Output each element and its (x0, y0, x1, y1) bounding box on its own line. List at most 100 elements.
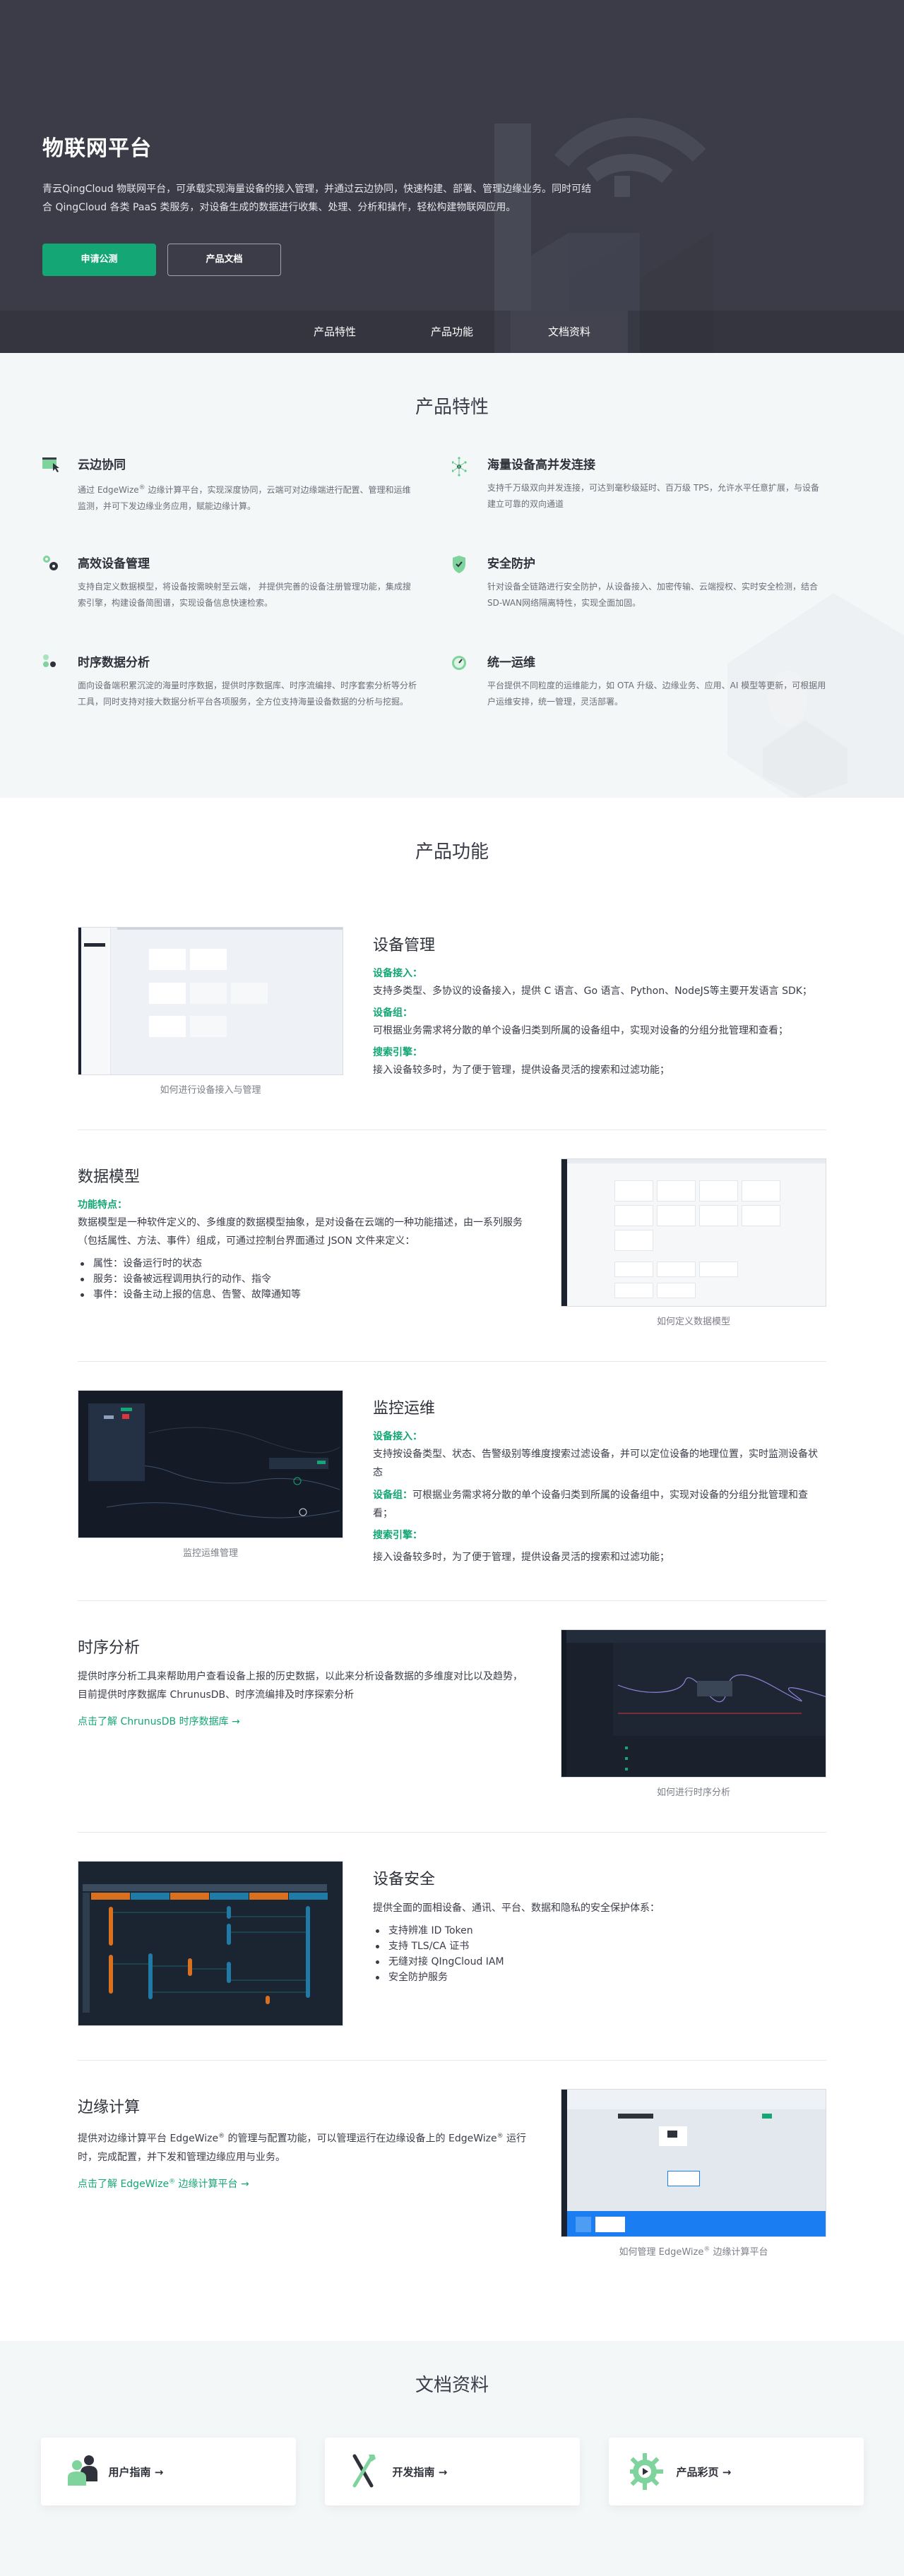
security-diagram-screenshot[interactable] (78, 1861, 343, 2026)
developer-guide-card[interactable]: 开发指南 → (324, 2438, 580, 2505)
features-section: 产品特性 云边协同 通过 EdgeWize® 边缘计算平台，实现深度协同，云端可… (0, 353, 904, 798)
function-data-model: 数据模型 功能特点： 数据模型是一种软件定义的、多维度的数据模型抽象，是对设备在… (78, 1158, 826, 1362)
function-monitoring: 监控运维管理 监控运维 设备接入： 支持按设备类型、状态、告警级别等维度搜索过滤… (78, 1390, 826, 1601)
function-text: 边缘计算 提供对边缘计算平台 EdgeWize® 的管理与配置功能，可以管理运行… (78, 2089, 531, 2191)
functions-section: 产品功能 如何进行设备接入与管理 设备管理 设备接入： 支持多类型、多协议的设备… (0, 798, 904, 2341)
function-timeseries: 时序分析 提供时序分析工具来帮助用户查看设备上报的历史数据，以此来分析设备数据的… (78, 1629, 826, 1833)
function-screenshot: 如何定义数据模型 (561, 1158, 826, 1327)
function-screenshot: 如何进行设备接入与管理 (78, 927, 343, 1096)
doc-cards: 用户指南 → 开发指南 → 产品彩页 → (0, 2438, 904, 2505)
gears-icon (43, 556, 58, 570)
nav-product-features[interactable]: 产品特性 (276, 311, 393, 353)
feature-item: 海量设备高并发连接 支持千万级双向并发连接，可达到毫秒级延时、百万级 TPS，允… (452, 456, 862, 555)
function-device-management: 如何进行设备接入与管理 设备管理 设备接入： 支持多类型、多协议的设备接入，提供… (78, 927, 826, 1130)
feature-title: 云边协同 (78, 458, 126, 472)
feature-item: 时序数据分析 面向设备端积累沉淀的海量时序数据，提供时序数据库、时序流编排、时序… (42, 654, 452, 753)
function-text: 设备管理 设备接入： 支持多类型、多协议的设备接入，提供 C 语言、Go 语言、… (373, 927, 826, 1079)
screenshot-caption: 如何进行设备接入与管理 (160, 1085, 261, 1096)
gear-play-icon (629, 2453, 663, 2490)
function-screenshot (78, 1861, 343, 2026)
function-text: 设备安全 提供全面的面相设备、通讯、平台、数据和隐私的安全保护体系： 支持辨准 … (373, 1861, 826, 1985)
nav-product-functions[interactable]: 产品功能 (393, 311, 511, 353)
function-paragraph: 接入设备较多时，为了便于管理，提供设备灵活的搜索和过滤功能； (373, 1552, 670, 1563)
features-title: 产品特性 (415, 397, 489, 418)
function-title: 设备安全 (373, 1871, 436, 1888)
list-item: 支持辨准 ID Token (373, 1923, 826, 1939)
monitoring-map-screenshot[interactable] (78, 1390, 343, 1538)
function-label: 设备组： (373, 1007, 412, 1019)
list-item: 属性：设备运行时的状态 (78, 1256, 531, 1271)
doc-card-label: 用户指南 → (108, 2465, 164, 2479)
list-item: 服务：设备被远程调用执行的动作、指令 (78, 1271, 531, 1287)
features-grid: 云边协同 通过 EdgeWize® 边缘计算平台，实现深度协同，云端可对边缘端进… (42, 456, 862, 753)
hero-content: 物联网平台 青云QingCloud 物联网平台，可承载实现海量设备的接入管理，并… (42, 131, 593, 276)
screenshot-caption: 如何进行时序分析 (656, 1787, 730, 1798)
feature-item: 高效设备管理 支持自定义数据模型，将设备按需映射至云端， 并提供完善的设备注册管… (42, 555, 452, 654)
feature-title: 安全防护 (487, 557, 535, 571)
function-security: 设备安全 提供全面的面相设备、通讯、平台、数据和隐私的安全保护体系： 支持辨准 … (78, 1861, 826, 2061)
function-screenshot: 如何进行时序分析 (561, 1629, 826, 1798)
screenshot-caption: 监控运维管理 (182, 1548, 238, 1559)
doc-card-label: 产品彩页 → (676, 2465, 732, 2479)
function-paragraph: 支持按设备类型、状态、告警级别等维度搜索过滤设备，并可以定位设备的地理位置，实时… (373, 1449, 818, 1478)
function-paragraph: 可根据业务需求将分散的单个设备归类到所属的设备组中，实现对设备的分组分批管理和查… (373, 1025, 788, 1036)
hero-description: 青云QingCloud 物联网平台，可承载实现海量设备的接入管理，并通过云边协同… (42, 184, 592, 213)
list-item: 事件：设备主动上报的信息、告警、故障通知等 (78, 1287, 531, 1302)
list-item: 支持 TLS/CA 证书 (373, 1939, 826, 1954)
product-docs-button[interactable]: 产品文档 (167, 244, 281, 276)
apply-beta-button[interactable]: 申请公测 (42, 244, 156, 276)
function-screenshot: 监控运维管理 (78, 1390, 343, 1559)
function-label: 设备接入： (373, 968, 422, 979)
function-label: 设备接入： (373, 1431, 422, 1442)
function-paragraph: 提供对边缘计算平台 EdgeWize® 的管理与配置功能，可以管理运行在边缘设备… (78, 2133, 527, 2163)
function-screenshot: 如何管理 EdgeWize® 边缘计算平台 (561, 2089, 826, 2258)
chrunusdb-link[interactable]: 点击了解 ChrunusDB 时序数据库 → (78, 1714, 240, 1728)
network-hub-icon (452, 457, 467, 477)
function-label: 搜索引擎： (373, 1530, 422, 1541)
function-text: 数据模型 功能特点： 数据模型是一种软件定义的、多维度的数据模型抽象，是对设备在… (78, 1158, 531, 1302)
feature-item: 云边协同 通过 EdgeWize® 边缘计算平台，实现深度协同，云端可对边缘端进… (42, 456, 452, 555)
list-item: 安全防护服务 (373, 1970, 826, 1985)
function-paragraph: 提供时序分析工具来帮助用户查看设备上报的历史数据，以此来分析设备数据的多维度对比… (78, 1671, 523, 1701)
list-item: 无缝对接 QIngCloud IAM (373, 1954, 826, 1970)
feature-description: 支持千万级双向并发连接，可达到毫秒级延时、百万级 TPS，允许水平任意扩展，与设… (487, 483, 820, 509)
feature-description: 面向设备端积累沉淀的海量时序数据，提供时序数据库、时序流编排、时序套索分析等分析… (78, 681, 417, 707)
feature-title: 统一运维 (487, 656, 535, 670)
edgewize-link[interactable]: 点击了解 EdgeWize® 边缘计算平台 → (78, 2176, 249, 2191)
function-paragraph: 数据模型是一种软件定义的、多维度的数据模型抽象，是对设备在云端的一种功能描述，由… (78, 1217, 523, 1247)
data-model-screenshot[interactable] (561, 1158, 826, 1307)
tools-icon (352, 2454, 376, 2488)
users-icon (67, 2455, 97, 2486)
function-title: 数据模型 (78, 1168, 141, 1186)
function-label: 功能特点： (78, 1199, 127, 1211)
function-title: 时序分析 (78, 1639, 141, 1657)
function-paragraph: 接入设备较多时，为了便于管理，提供设备灵活的搜索和过滤功能； (373, 1065, 670, 1076)
docs-title: 文档资料 (415, 2375, 489, 2396)
function-paragraph: 设备组：可根据业务需求将分散的单个设备归类到所属的设备组中，实现对设备的分组分批… (373, 1490, 808, 1519)
screenshot-caption: 如何管理 EdgeWize® 边缘计算平台 (619, 2246, 768, 2258)
feature-item: 安全防护 针对设备全链路进行安全防护，从设备接入、加密传输、云端授权、实时安全检… (452, 555, 862, 654)
window-cursor-icon (42, 457, 59, 472)
function-title: 边缘计算 (78, 2099, 141, 2116)
timeseries-screenshot[interactable] (561, 1629, 826, 1778)
feature-item: 统一运维 平台提供不同粒度的运维能力，如 OTA 升级、边缘业务、应用、AI 模… (452, 654, 862, 753)
feature-description: 支持自定义数据模型，将设备按需映射至云端， 并提供完善的设备注册管理功能，集成搜… (78, 582, 411, 608)
hero-banner: 物联网平台 青云QingCloud 物联网平台，可承载实现海量设备的接入管理，并… (0, 0, 904, 353)
feature-description: 针对设备全链路进行安全防护，从设备接入、加密传输、云端授权、实时安全检测，结合S… (487, 582, 819, 608)
user-guide-card[interactable]: 用户指南 → (40, 2438, 296, 2505)
function-title: 监控运维 (373, 1400, 436, 1418)
hero-buttons: 申请公测 产品文档 (42, 244, 593, 276)
device-access-screenshot[interactable] (78, 927, 343, 1075)
feature-description: 平台提供不同粒度的运维能力，如 OTA 升级、边缘业务、应用、AI 模型等更新，… (487, 681, 826, 707)
edgewize-screenshot[interactable] (561, 2089, 826, 2237)
product-brochure-card[interactable]: 产品彩页 → (608, 2438, 864, 2505)
feature-title: 时序数据分析 (78, 656, 150, 670)
function-label: 搜索引擎： (373, 1047, 422, 1058)
gauge-icon (452, 656, 466, 670)
nav-documentation[interactable]: 文档资料 (511, 311, 628, 353)
function-list: 属性：设备运行时的状态 服务：设备被远程调用执行的动作、指令 事件：设备主动上报… (78, 1256, 531, 1302)
function-text: 监控运维 设备接入： 支持按设备类型、状态、告警级别等维度搜索过滤设备，并可以定… (373, 1390, 826, 1566)
shield-check-icon (453, 556, 465, 573)
section-nav: 产品特性 产品功能 文档资料 (0, 311, 904, 353)
hero-title: 物联网平台 (42, 136, 152, 161)
